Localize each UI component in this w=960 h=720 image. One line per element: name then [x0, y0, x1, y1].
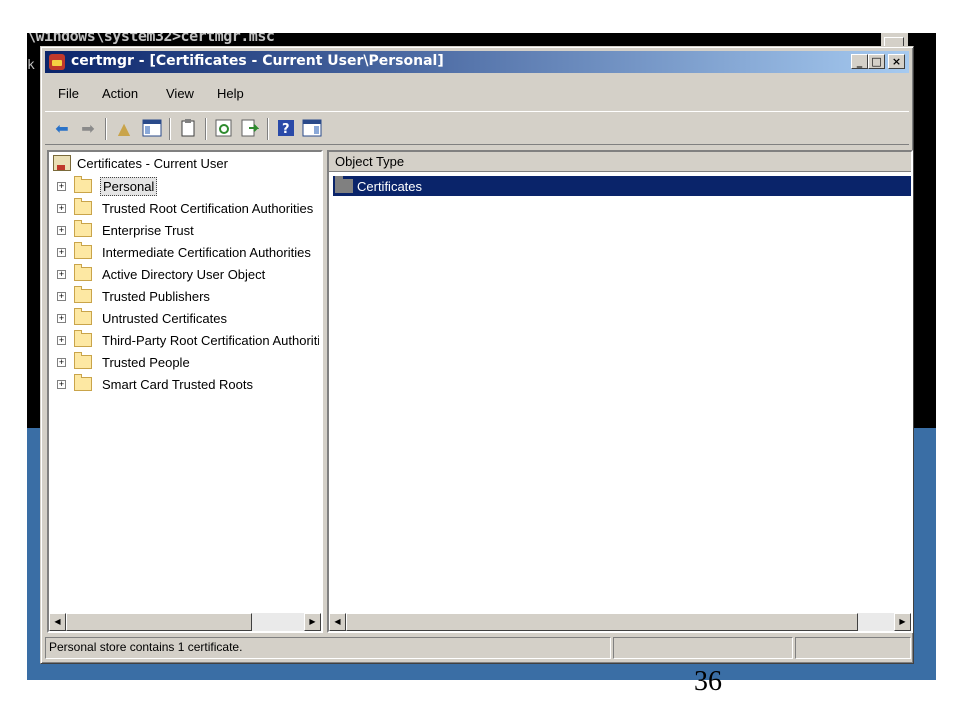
- console-side-text: k: [27, 58, 35, 73]
- up-folder-icon[interactable]: ▲: [113, 118, 135, 138]
- expand-plus-icon[interactable]: +: [57, 247, 66, 257]
- tree-item[interactable]: + Smart Card Trusted Roots: [57, 374, 255, 394]
- status-panel-3: [795, 637, 911, 659]
- folder-icon: [74, 198, 92, 215]
- column-header-label: Object Type: [335, 154, 405, 169]
- show-hide-tree-icon[interactable]: [141, 118, 163, 138]
- expand-plus-icon[interactable]: +: [57, 225, 66, 235]
- expand-plus-icon[interactable]: +: [57, 181, 66, 191]
- folder-icon: [74, 242, 92, 259]
- folder-icon: [74, 374, 92, 391]
- tree-item[interactable]: + Third-Party Root Certification Authorit…: [57, 330, 319, 350]
- maximize-button[interactable]: □: [868, 54, 885, 69]
- back-arrow-icon[interactable]: ⬅: [51, 118, 73, 138]
- tree-item-label: Smart Card Trusted Roots: [102, 376, 253, 392]
- folder-icon: [74, 330, 92, 347]
- title-bar[interactable]: certmgr - [Certificates - Current User\P…: [45, 51, 909, 73]
- list-item[interactable]: Certificates: [333, 176, 911, 196]
- show-action-pane-icon[interactable]: [301, 118, 323, 138]
- toolbar-separator: [169, 118, 171, 140]
- folder-icon: [74, 176, 92, 193]
- folder-icon: [74, 352, 92, 369]
- folder-icon: [74, 220, 92, 237]
- expand-plus-icon[interactable]: +: [57, 269, 66, 279]
- tree-item-label: Third-Party Root Certification Authoriti…: [102, 332, 319, 348]
- menu-action[interactable]: Action: [102, 86, 138, 101]
- tree-root-label: Certificates - Current User: [77, 155, 228, 171]
- scroll-left-arrow-icon[interactable]: ◀: [329, 613, 346, 631]
- tree-horizontal-scrollbar[interactable]: ◀ ▶: [49, 613, 321, 631]
- tree-root[interactable]: Certificates - Current User: [53, 155, 228, 171]
- scroll-right-arrow-icon[interactable]: ▶: [304, 613, 321, 631]
- tree-item[interactable]: + Enterprise Trust: [57, 220, 196, 240]
- menu-bar: File Action View Help: [45, 79, 909, 107]
- folder-icon: [335, 176, 353, 193]
- tree-item-label: Personal: [100, 176, 158, 196]
- status-bar: Personal store contains 1 certificate.: [45, 637, 911, 659]
- tree-item-label: Intermediate Certification Authorities: [102, 244, 311, 260]
- expand-plus-icon[interactable]: +: [57, 291, 66, 301]
- tree-item-label: Trusted Root Certification Authorities: [102, 200, 314, 216]
- tree-item[interactable]: + Intermediate Certification Authorities: [57, 242, 313, 262]
- results-horizontal-scrollbar[interactable]: ◀ ▶: [329, 613, 911, 631]
- tree-item[interactable]: + Trusted Root Certification Authorities: [57, 198, 315, 218]
- clipboard-icon[interactable]: [177, 118, 199, 138]
- forward-arrow-icon[interactable]: ➡: [77, 118, 99, 138]
- scroll-right-arrow-icon[interactable]: ▶: [894, 613, 911, 631]
- minimize-button[interactable]: _: [851, 54, 868, 69]
- menu-file[interactable]: File: [58, 86, 79, 101]
- expand-plus-icon[interactable]: +: [57, 357, 66, 367]
- status-panel-2: [613, 637, 793, 659]
- results-pane[interactable]: Object Type Certificates ◀ ▶: [327, 150, 913, 633]
- tree-item-label: Untrusted Certificates: [102, 310, 227, 326]
- toolbar: ⬅ ➡ ▲ ?: [45, 111, 909, 145]
- expand-plus-icon[interactable]: +: [57, 379, 66, 389]
- help-icon[interactable]: ?: [275, 118, 297, 138]
- folder-icon: [74, 264, 92, 281]
- console-tree: Certificates - Current User + Personal + Tr…: [49, 152, 319, 602]
- folder-icon: [74, 286, 92, 303]
- tree-item-label: Active Directory User Object: [102, 266, 266, 282]
- results-scroll-thumb[interactable]: [346, 613, 858, 631]
- tree-item-label: Trusted People: [102, 354, 190, 370]
- tree-item[interactable]: + Trusted Publishers: [57, 286, 212, 306]
- toolbar-separator: [205, 118, 207, 140]
- tree-item[interactable]: + Untrusted Certificates: [57, 308, 229, 328]
- tree-item[interactable]: + Personal: [57, 176, 158, 196]
- window-title: certmgr - [Certificates - Current User\P…: [71, 53, 444, 69]
- list-item-label: Certificates: [357, 178, 423, 194]
- column-header-object-type[interactable]: Object Type: [329, 152, 911, 172]
- expand-plus-icon[interactable]: +: [57, 335, 66, 345]
- tree-scroll-thumb[interactable]: [66, 613, 252, 631]
- expand-plus-icon[interactable]: +: [57, 203, 66, 213]
- tree-item[interactable]: + Active Directory User Object: [57, 264, 267, 284]
- svg-text:?: ?: [282, 122, 290, 137]
- export-list-icon[interactable]: [239, 118, 261, 138]
- console-command-text: \windows\system32>certmgr.msc: [27, 33, 275, 45]
- console-tree-pane[interactable]: Certificates - Current User + Personal + Tr…: [47, 150, 323, 633]
- toolbar-separator: [105, 118, 107, 140]
- tree-item-label: Trusted Publishers: [102, 288, 210, 304]
- menu-view[interactable]: View: [166, 86, 194, 101]
- toolbar-separator: [267, 118, 269, 140]
- certmgr-app-icon: [49, 54, 65, 70]
- certmgr-window: certmgr - [Certificates - Current User\P…: [40, 46, 914, 664]
- slide-page-number: 36: [694, 666, 722, 697]
- close-button[interactable]: ×: [888, 54, 905, 69]
- expand-plus-icon[interactable]: +: [57, 313, 66, 323]
- certificate-store-icon: [53, 155, 71, 171]
- tree-item[interactable]: + Trusted People: [57, 352, 192, 372]
- menu-help[interactable]: Help: [217, 86, 244, 101]
- status-message: Personal store contains 1 certificate.: [45, 637, 611, 659]
- tree-item-label: Enterprise Trust: [102, 222, 194, 238]
- refresh-icon[interactable]: [213, 118, 235, 138]
- folder-icon: [74, 308, 92, 325]
- scroll-left-arrow-icon[interactable]: ◀: [49, 613, 66, 631]
